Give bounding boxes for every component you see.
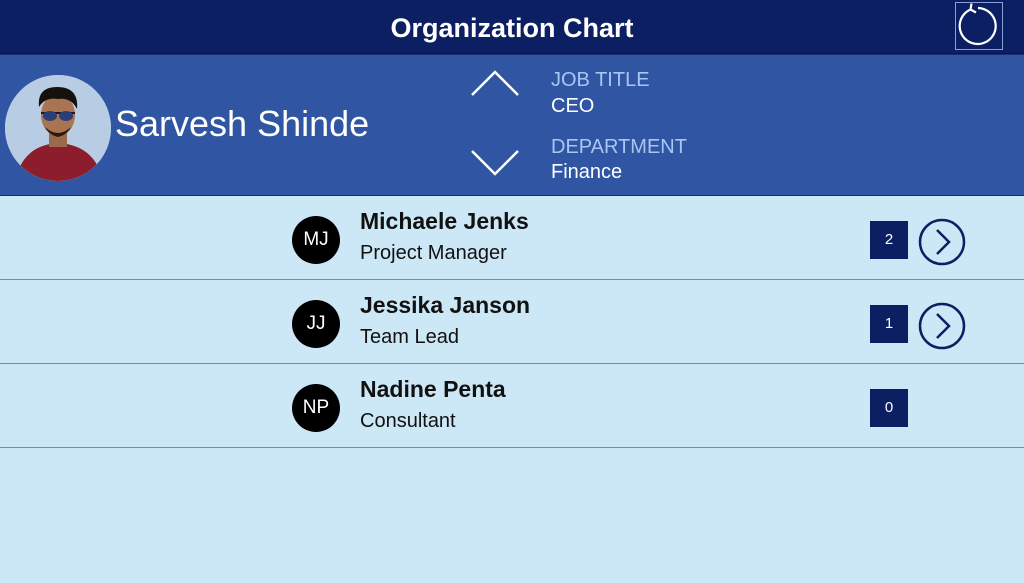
department-label: DEPARTMENT bbox=[551, 136, 687, 158]
list-item[interactable]: NP Nadine Penta Consultant 0 bbox=[0, 364, 1024, 448]
refresh-button[interactable] bbox=[955, 2, 1003, 50]
report-count-badge: 2 bbox=[870, 221, 908, 259]
employee-title: Project Manager bbox=[360, 242, 507, 264]
list-item[interactable]: MJ Michaele Jenks Project Manager 2 bbox=[0, 196, 1024, 280]
employee-title: Consultant bbox=[360, 410, 456, 432]
chevron-right-circle-icon bbox=[918, 218, 966, 266]
report-count-badge: 0 bbox=[870, 389, 908, 427]
list-item[interactable]: JJ Jessika Janson Team Lead 1 bbox=[0, 280, 1024, 364]
drill-down-button[interactable] bbox=[917, 301, 967, 351]
direct-reports-list: MJ Michaele Jenks Project Manager 2 JJ J… bbox=[0, 196, 1024, 448]
avatar-photo bbox=[5, 75, 111, 181]
chevron-down-icon bbox=[471, 150, 519, 176]
employee-name: Nadine Penta bbox=[360, 376, 506, 402]
employee-name: Michaele Jenks bbox=[360, 208, 529, 234]
manager-name: Sarvesh Shinde bbox=[115, 103, 370, 144]
department-value: Finance bbox=[551, 161, 623, 183]
report-count-badge: 1 bbox=[870, 305, 908, 343]
refresh-icon bbox=[958, 3, 997, 46]
job-title-value: CEO bbox=[551, 95, 595, 117]
chevron-up-icon bbox=[471, 70, 519, 96]
initials-avatar: JJ bbox=[292, 300, 340, 348]
manager-profile: Sarvesh Shinde JOB TITLE CEO DEPARTMENT … bbox=[0, 54, 1024, 196]
navigate-down-button[interactable] bbox=[470, 147, 520, 179]
app-header: Organization Chart bbox=[0, 0, 1024, 54]
avatar bbox=[5, 75, 111, 181]
job-title-label: JOB TITLE bbox=[551, 69, 650, 91]
page-title: Organization Chart bbox=[390, 13, 634, 43]
employee-name: Jessika Janson bbox=[360, 292, 531, 318]
initials-avatar: NP bbox=[292, 384, 340, 432]
chevron-right-circle-icon bbox=[918, 302, 966, 350]
initials-avatar: MJ bbox=[292, 216, 340, 264]
drill-down-button[interactable] bbox=[917, 217, 967, 267]
navigate-up-button[interactable] bbox=[470, 67, 520, 99]
employee-title: Team Lead bbox=[360, 326, 459, 348]
